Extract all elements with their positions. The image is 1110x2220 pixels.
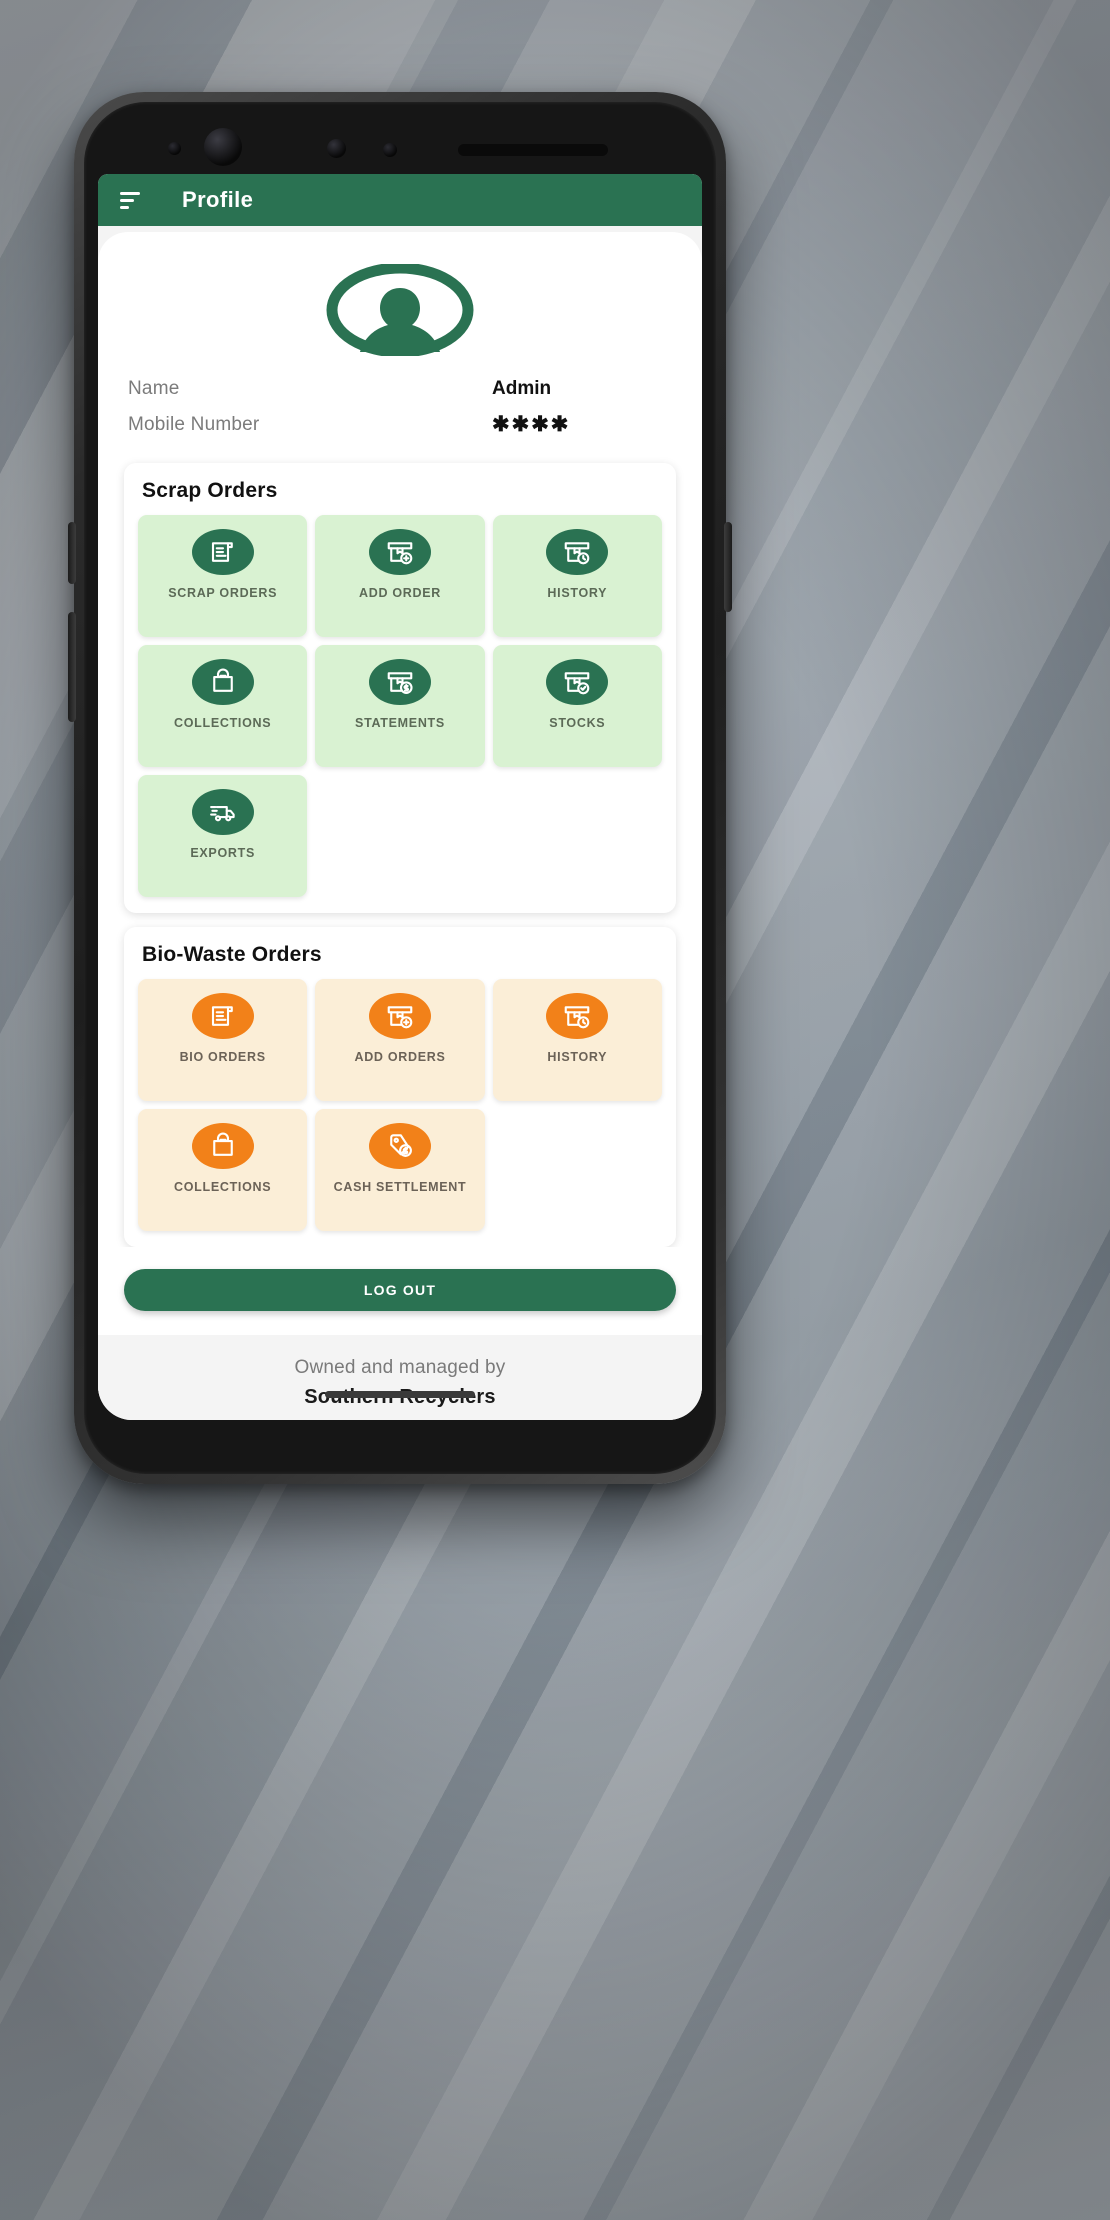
info-label: Name (128, 378, 180, 399)
front-camera-icon (204, 128, 242, 166)
section-title-scrap: Scrap Orders (142, 479, 278, 502)
hamburger-menu-icon[interactable] (120, 189, 146, 211)
box-plus-icon (368, 529, 431, 575)
delivery-truck-icon (191, 789, 254, 835)
box-clock-icon (546, 993, 609, 1039)
tile-label: BIO ORDERS (179, 1050, 266, 1064)
light-sensor-icon (383, 143, 397, 157)
tile-label: STATEMENTS (355, 716, 445, 730)
footer-owned-by-text: Owned and managed by (294, 1357, 506, 1378)
info-value: Admin (492, 378, 552, 399)
tile-label: CASH SETTLEMENT (333, 1180, 467, 1194)
box-plus-icon (368, 993, 431, 1039)
tile-history[interactable]: HISTORY (492, 979, 662, 1101)
box-check-icon (546, 659, 609, 705)
tile-add-order[interactable]: ADD ORDER (315, 515, 485, 637)
scrap-orders-grid: SCRAP ORDERS ADD ORDER HISTORY COLLECTIO… (138, 515, 662, 897)
document-list-icon (191, 993, 254, 1039)
tile-history[interactable]: HISTORY (492, 515, 662, 637)
home-indicator[interactable] (325, 1391, 475, 1398)
power-button[interactable] (724, 522, 732, 612)
phone-device-frame: Profile Name Admin Mobile Number ✱✱✱✱ Sc… (68, 92, 732, 1484)
tag-dollar-icon (368, 1123, 431, 1169)
profile-info: Name Admin Mobile Number ✱✱✱✱ (98, 372, 702, 449)
section-title-bio: Bio-Waste Orders (142, 943, 322, 966)
tile-scrap-orders[interactable]: SCRAP ORDERS (138, 515, 308, 637)
info-label: Mobile Number (128, 413, 260, 435)
user-avatar-icon (326, 264, 474, 356)
tile-label: COLLECTIONS (174, 1180, 272, 1194)
footer: Owned and managed by Southern Recyclers (98, 1335, 702, 1420)
page-content: Name Admin Mobile Number ✱✱✱✱ Scrap Orde… (98, 226, 702, 1420)
box-clock-icon (546, 529, 609, 575)
document-list-icon (191, 529, 254, 575)
tile-stocks[interactable]: STOCKS (492, 645, 662, 767)
bag-minus-icon (191, 1123, 254, 1169)
log-out-button[interactable]: LOG OUT (124, 1269, 676, 1311)
tile-label: HISTORY (547, 586, 608, 600)
bio-waste-orders-section: Bio-Waste Orders BIO ORDERS ADD ORDERS H… (124, 927, 676, 1247)
scrap-orders-section: Scrap Orders SCRAP ORDERS ADD ORDER HIST… (124, 463, 676, 913)
profile-sheet: Name Admin Mobile Number ✱✱✱✱ Scrap Orde… (98, 232, 702, 1335)
tile-cash-settlement[interactable]: CASH SETTLEMENT (315, 1109, 485, 1231)
sensor-icon (168, 142, 181, 155)
avatar-container (98, 232, 702, 372)
tile-label: HISTORY (547, 1050, 608, 1064)
tile-collections[interactable]: COLLECTIONS (138, 1109, 308, 1231)
tile-collections[interactable]: COLLECTIONS (138, 645, 308, 767)
tile-statements[interactable]: STATEMENTS (315, 645, 485, 767)
tile-label: SCRAP ORDERS (168, 586, 278, 600)
tile-label: EXPORTS (190, 846, 255, 860)
tile-label: ADD ORDERS (354, 1050, 446, 1064)
app-bar: Profile (98, 174, 702, 226)
info-row-name: Name Admin (128, 372, 672, 406)
tile-exports[interactable]: EXPORTS (138, 775, 308, 897)
tile-bio-orders[interactable]: BIO ORDERS (138, 979, 308, 1101)
tile-label: STOCKS (549, 716, 606, 730)
info-row-mobile: Mobile Number ✱✱✱✱ (128, 406, 672, 443)
page-title: Profile (182, 187, 254, 212)
grid-spacer (315, 775, 484, 897)
logout-container: LOG OUT (98, 1247, 702, 1329)
earpiece-speaker (458, 144, 608, 156)
phone-screen: Profile Name Admin Mobile Number ✱✱✱✱ Sc… (98, 174, 702, 1420)
phone-bezel: Profile Name Admin Mobile Number ✱✱✱✱ Sc… (84, 102, 716, 1474)
box-dollar-icon (368, 659, 431, 705)
phone-top-sensors (84, 102, 716, 174)
bio-waste-orders-grid: BIO ORDERS ADD ORDERS HISTORY COLLECTION… (138, 979, 662, 1231)
tile-add-orders[interactable]: ADD ORDERS (315, 979, 485, 1101)
grid-spacer (493, 1109, 662, 1231)
grid-spacer (493, 775, 662, 897)
bag-minus-icon (191, 659, 254, 705)
proximity-sensor-icon (327, 139, 346, 158)
tile-label: ADD ORDER (358, 586, 441, 600)
tile-label: COLLECTIONS (174, 716, 272, 730)
info-value-masked: ✱✱✱✱ (492, 413, 571, 436)
